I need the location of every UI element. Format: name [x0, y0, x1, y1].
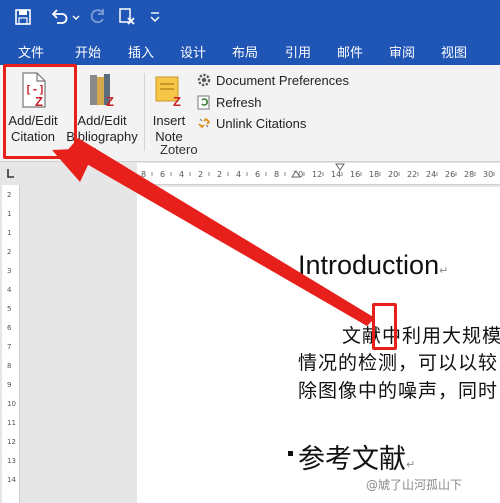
ruler-tick-label: 18 — [369, 170, 379, 179]
ribbon-tabs: 文件 开始 插入 设计 布局 引用 邮件 审阅 视图 — [0, 36, 500, 65]
tab-insert[interactable]: 插入 — [128, 42, 154, 61]
insert-note-button[interactable]: Z Insert Note — [148, 71, 190, 145]
unlink-icon — [198, 117, 211, 129]
ruler-tick-label: 5 — [7, 305, 11, 313]
introduction-heading-text: Introduction — [298, 250, 440, 280]
ruler-tick-label: 1 — [7, 210, 11, 218]
unlink-citations-button[interactable]: Unlink Citations — [196, 113, 306, 133]
ruler-tick-label: 4 — [7, 286, 12, 294]
tab-view[interactable]: 视图 — [441, 42, 467, 61]
horizontal-ruler-margin — [22, 163, 137, 185]
ruler-tick-label: 8 — [274, 170, 279, 179]
tab-file[interactable]: 文件 — [18, 42, 44, 61]
ruler-tick-label: 4 — [179, 170, 184, 179]
references-heading-text: 参考文献 — [298, 444, 406, 475]
tab-home[interactable]: 开始 — [75, 42, 101, 61]
ruler-tick-label: 2 — [198, 170, 203, 179]
ruler-tick-label: 22 — [407, 170, 417, 179]
customize-toolbar-icon[interactable] — [148, 6, 162, 28]
ruler-tick-label: 28 — [464, 170, 474, 179]
word-window: 文件 开始 插入 设计 布局 引用 邮件 审阅 视图 [-] Z Add/Edi… — [0, 0, 500, 503]
vertical-ruler[interactable]: 2 1 1 2 3 4 5 6 7 8 9 10 11 12 13 14 — [2, 185, 20, 503]
citation-button-highlight — [3, 64, 77, 159]
references-heading[interactable]: 参考文献↵ — [298, 437, 415, 476]
ruler-tick-label: 20 — [388, 170, 398, 179]
ruler-tick-label: 2 — [7, 191, 11, 199]
svg-text:Z: Z — [173, 94, 181, 109]
ruler-tick-label: 8 — [141, 170, 146, 179]
paragraph-mark-icon: ↵ — [406, 458, 416, 471]
ruler-tick-label: 2 — [7, 248, 11, 256]
zotero-group-label: Zotero — [160, 142, 198, 157]
watermark: @虓了山河孤山下 — [366, 478, 463, 492]
quick-access-toolbar — [0, 0, 500, 36]
bibliography-icon: Z — [90, 74, 114, 109]
cursor-highlight — [372, 303, 397, 350]
undo-dropdown-icon[interactable] — [70, 6, 82, 28]
ruler-tick-label: 1 — [7, 229, 11, 237]
paragraph-mark-icon: ↵ — [439, 265, 449, 277]
svg-text:Z: Z — [106, 94, 114, 109]
format-painter-icon[interactable] — [116, 6, 138, 28]
heading-bullet — [288, 274, 293, 279]
ruler-tick-label: 30 — [483, 170, 493, 179]
ruler-tick-label: 6 — [255, 170, 260, 179]
body-line[interactable]: 文献中利用大规模 — [342, 321, 500, 348]
tab-review[interactable]: 审阅 — [389, 42, 415, 61]
refresh-button[interactable]: Refresh — [196, 92, 262, 112]
ruler-tick-label: 13 — [7, 457, 16, 465]
ruler-tick-label: 6 — [7, 324, 12, 332]
ribbon-separator — [144, 73, 145, 151]
undo-icon[interactable] — [48, 6, 70, 28]
ruler-tick-label: 24 — [426, 170, 436, 179]
ruler-tick-label: 26 — [445, 170, 455, 179]
horizontal-ruler[interactable]: 864224681012141618202224262830 — [137, 163, 500, 185]
introduction-heading[interactable]: Introduction↵ — [298, 250, 448, 281]
ruler-tick-label: 16 — [350, 170, 360, 179]
note-icon: Z — [155, 76, 181, 109]
ruler-tick-label: 4 — [236, 170, 241, 179]
refresh-label: Refresh — [216, 94, 262, 110]
ruler-tick-label: 12 — [312, 170, 322, 179]
ruler-tick-label: 11 — [7, 419, 16, 427]
heading-bullet — [288, 451, 293, 456]
document-preferences-label: Document Preferences — [216, 72, 349, 88]
tab-design[interactable]: 设计 — [180, 42, 206, 61]
tab-mailings[interactable]: 邮件 — [337, 42, 363, 61]
body-line[interactable]: 除图像中的噪声，同时 — [298, 376, 498, 403]
insert-note-label-1: Insert — [152, 113, 186, 128]
ruler-tick-label: 14 — [331, 170, 341, 179]
tab-stop-selector[interactable] — [0, 163, 22, 185]
tab-layout[interactable]: 布局 — [232, 42, 258, 61]
gear-icon — [197, 73, 211, 87]
document-preferences-button[interactable]: Document Preferences — [196, 70, 349, 90]
body-line[interactable]: 情况的检测，可以以较 — [298, 348, 498, 375]
ruler-tick-label: 14 — [7, 476, 16, 484]
ruler-tick-label: 2 — [217, 170, 222, 179]
ruler-tick-label: 7 — [7, 343, 11, 351]
save-icon[interactable] — [12, 6, 34, 28]
tab-references[interactable]: 引用 — [285, 42, 311, 61]
tab-stop-icon — [7, 169, 14, 178]
unlink-citations-label: Unlink Citations — [216, 115, 307, 131]
ruler-tick-label: 12 — [7, 438, 16, 446]
ruler-tick-label: 9 — [7, 381, 11, 389]
ruler-tick-label: 6 — [160, 170, 165, 179]
ruler-tick-label: 10 — [7, 400, 16, 408]
ruler-tick-label: 8 — [7, 362, 11, 370]
ruler-tick-label: 3 — [7, 267, 11, 275]
refresh-icon — [197, 95, 210, 110]
redo-icon[interactable] — [86, 6, 108, 28]
